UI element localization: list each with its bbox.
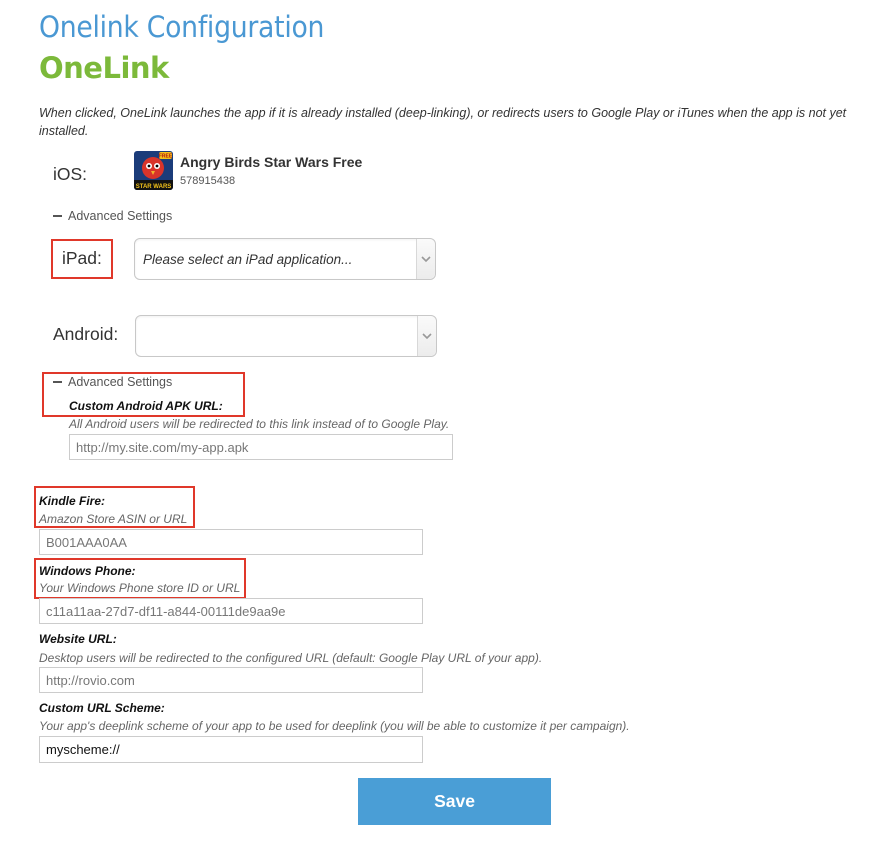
kindle-desc: Amazon Store ASIN or URL: [39, 512, 188, 526]
android-advanced-settings-toggle[interactable]: Advanced Settings: [53, 375, 172, 389]
ios-advanced-settings-toggle[interactable]: Advanced Settings: [53, 209, 172, 223]
app-id: 578915438: [180, 175, 236, 187]
ios-label: iOS:: [53, 164, 88, 184]
website-url-title: Website URL:: [39, 632, 117, 646]
chevron-down-icon: [417, 316, 436, 356]
onelink-logo: OneLink: [39, 48, 169, 88]
ipad-label: iPad:: [62, 248, 102, 268]
ipad-app-select[interactable]: Please select an iPad application...: [134, 238, 436, 280]
kindle-asin-input[interactable]: B001AAA0AA: [39, 529, 423, 555]
windows-phone-id-input[interactable]: c11a11aa-27d7-df11-a844-00111de9aa9e: [39, 598, 423, 624]
collapse-icon: [53, 381, 62, 383]
app-icon-badge: FREE: [159, 154, 173, 160]
website-url-desc: Desktop users will be redirected to the …: [39, 651, 543, 665]
collapse-icon: [53, 215, 62, 217]
save-button[interactable]: Save: [358, 778, 551, 825]
page-title: Onelink Configuration: [39, 10, 325, 44]
app-icon-subtitle: STAR WARS: [136, 184, 172, 190]
kindle-placeholder: B001AAA0AA: [46, 534, 127, 550]
url-scheme-value: myscheme://: [46, 742, 120, 757]
website-url-input[interactable]: http://rovio.com: [39, 667, 423, 693]
apk-url-title: Custom Android APK URL:: [69, 399, 223, 413]
url-scheme-title: Custom URL Scheme:: [39, 701, 165, 715]
ipad-select-value: Please select an iPad application...: [143, 251, 353, 267]
advanced-settings-label: Advanced Settings: [68, 209, 173, 223]
intro-text: When clicked, OneLink launches the app i…: [39, 106, 847, 138]
apk-url-input[interactable]: http://my.site.com/my-app.apk: [69, 434, 453, 460]
app-name: Angry Birds Star Wars Free: [180, 154, 363, 170]
website-url-placeholder: http://rovio.com: [46, 672, 135, 688]
app-icon: STAR WARS FREE: [134, 151, 173, 190]
kindle-title: Kindle Fire:: [39, 494, 106, 508]
apk-url-placeholder: http://my.site.com/my-app.apk: [76, 439, 249, 455]
logo-text: OneLink: [39, 51, 169, 85]
url-scheme-input[interactable]: myscheme://: [39, 736, 423, 763]
advanced-settings-label: Advanced Settings: [68, 375, 173, 389]
android-label: Android:: [53, 324, 119, 344]
apk-url-desc: All Android users will be redirected to …: [69, 417, 450, 431]
url-scheme-desc: Your app's deeplink scheme of your app t…: [39, 719, 630, 733]
ios-app-info: STAR WARS FREE Angry Birds Star Wars Fre…: [134, 151, 362, 190]
chevron-down-icon: [416, 239, 435, 279]
windows-phone-placeholder: c11a11aa-27d7-df11-a844-00111de9aa9e: [46, 603, 286, 619]
windows-phone-desc: Your Windows Phone store ID or URL: [39, 581, 241, 595]
android-app-select[interactable]: [135, 315, 437, 357]
windows-phone-title: Windows Phone:: [39, 564, 136, 578]
